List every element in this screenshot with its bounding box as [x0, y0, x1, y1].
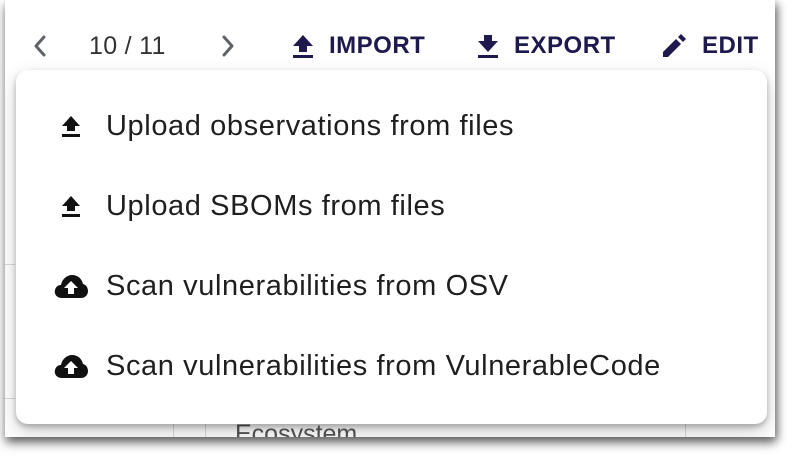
menu-item-scan-osv[interactable]: Scan vulnerabilities from OSV	[16, 246, 767, 326]
import-menu: Upload observations from files Upload SB…	[16, 70, 767, 424]
pager-text: 10 / 11	[89, 31, 166, 60]
import-label: IMPORT	[329, 32, 426, 59]
menu-item-upload-sboms[interactable]: Upload SBOMs from files	[16, 166, 767, 246]
upload-icon	[52, 190, 90, 222]
download-icon	[478, 35, 498, 58]
edit-label: EDIT	[702, 32, 759, 59]
menu-item-scan-vulnerablecode[interactable]: Scan vulnerabilities from VulnerableCode	[16, 326, 767, 406]
upload-icon	[293, 35, 313, 58]
app-window: Ecosystem 10 / 11 IMPORT EXPORT EDIT Upl…	[5, 0, 775, 437]
menu-item-label: Scan vulnerabilities from VulnerableCode	[106, 349, 661, 382]
background-divider	[5, 264, 15, 265]
background-divider	[5, 398, 15, 399]
upload-icon	[52, 110, 90, 142]
menu-item-upload-observations[interactable]: Upload observations from files	[16, 86, 767, 166]
chevron-right-icon	[222, 35, 234, 57]
menu-item-label: Upload observations from files	[106, 109, 515, 142]
cloud-upload-icon	[52, 350, 90, 382]
pencil-icon	[663, 34, 686, 57]
next-button[interactable]	[213, 30, 243, 62]
export-label: EXPORT	[514, 32, 616, 59]
menu-item-label: Scan vulnerabilities from OSV	[106, 269, 509, 302]
chevron-left-icon	[34, 35, 46, 57]
cloud-upload-icon	[52, 270, 90, 302]
previous-button[interactable]	[25, 30, 55, 62]
edit-button[interactable]: EDIT	[660, 26, 759, 66]
import-button[interactable]: IMPORT	[291, 26, 425, 66]
export-button[interactable]: EXPORT	[476, 26, 616, 66]
menu-item-label: Upload SBOMs from files	[106, 189, 446, 222]
